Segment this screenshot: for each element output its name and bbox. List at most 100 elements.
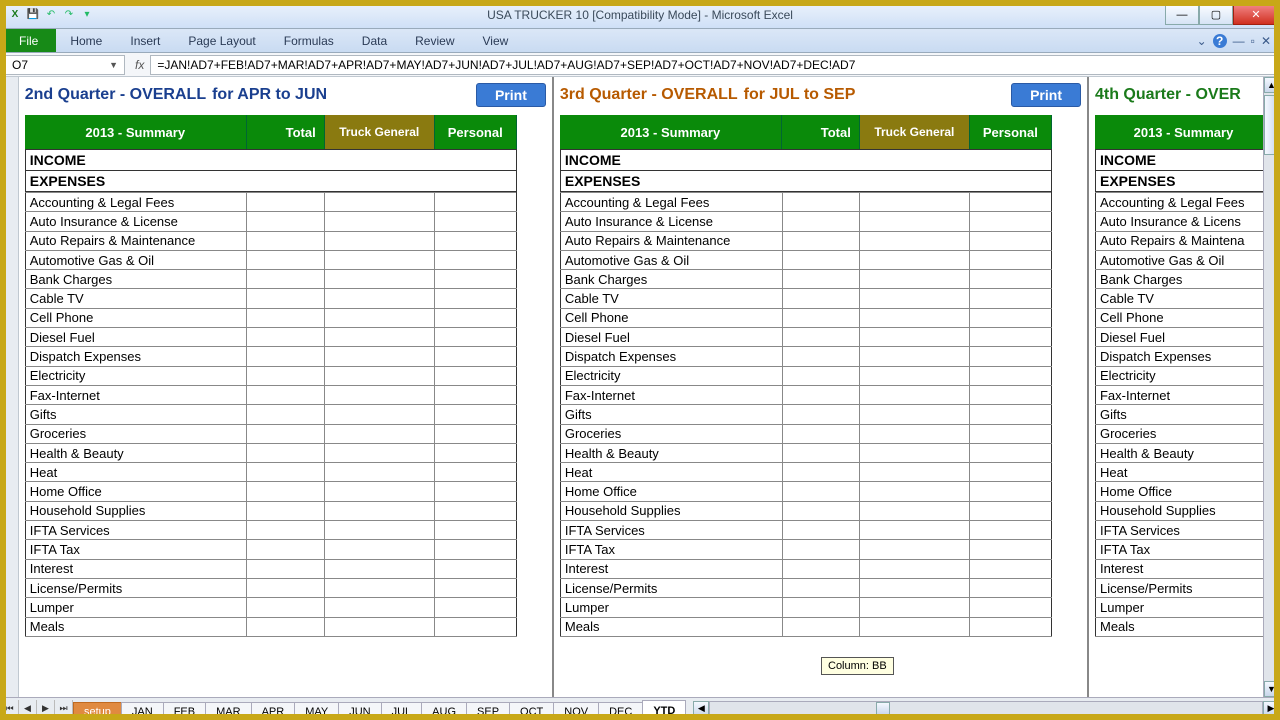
expense-cell[interactable] xyxy=(970,347,1052,366)
sheet-tab-jan[interactable]: JAN xyxy=(121,702,164,720)
expense-cell[interactable] xyxy=(860,193,970,212)
expense-cell[interactable] xyxy=(782,578,860,597)
expense-label[interactable]: IFTA Tax xyxy=(560,540,782,559)
expense-cell[interactable] xyxy=(860,385,970,404)
expense-cell[interactable] xyxy=(860,578,970,597)
expense-cell[interactable] xyxy=(247,501,325,520)
expense-label[interactable]: IFTA Tax xyxy=(25,540,247,559)
expense-cell[interactable] xyxy=(325,212,435,231)
expense-cell[interactable] xyxy=(970,405,1052,424)
expense-cell[interactable] xyxy=(782,289,860,308)
expense-cell[interactable] xyxy=(247,482,325,501)
expense-cell[interactable] xyxy=(970,193,1052,212)
scroll-up-icon[interactable]: ▲ xyxy=(1264,77,1279,93)
expense-cell[interactable] xyxy=(782,231,860,250)
name-box-dropdown-icon[interactable]: ▼ xyxy=(109,60,118,70)
expense-cell[interactable] xyxy=(782,617,860,636)
expense-label[interactable]: Auto Repairs & Maintenance xyxy=(560,231,782,250)
expense-label[interactable]: Auto Insurance & License xyxy=(560,212,782,231)
expense-label[interactable]: Heat xyxy=(25,463,247,482)
expense-label[interactable]: Automotive Gas & Oil xyxy=(25,250,247,269)
expense-cell[interactable] xyxy=(434,443,516,462)
expense-cell[interactable] xyxy=(970,250,1052,269)
expense-cell[interactable] xyxy=(970,540,1052,559)
expense-cell[interactable] xyxy=(325,328,435,347)
sheet-tab-feb[interactable]: FEB xyxy=(163,702,206,720)
expense-cell[interactable] xyxy=(325,443,435,462)
expense-label[interactable]: Health & Beauty xyxy=(1095,443,1272,462)
expense-cell[interactable] xyxy=(325,578,435,597)
expense-label[interactable]: Home Office xyxy=(560,482,782,501)
tab-formulas[interactable]: Formulas xyxy=(270,29,348,52)
tab-data[interactable]: Data xyxy=(348,29,401,52)
expense-cell[interactable] xyxy=(434,289,516,308)
expense-cell[interactable] xyxy=(247,424,325,443)
expense-cell[interactable] xyxy=(782,424,860,443)
expense-cell[interactable] xyxy=(782,328,860,347)
expense-cell[interactable] xyxy=(782,443,860,462)
expense-cell[interactable] xyxy=(434,308,516,327)
fx-icon[interactable]: fx xyxy=(129,58,150,72)
expense-label[interactable]: Interest xyxy=(1095,559,1272,578)
expense-label[interactable]: Meals xyxy=(560,617,782,636)
expense-cell[interactable] xyxy=(782,501,860,520)
expense-cell[interactable] xyxy=(860,598,970,617)
expense-label[interactable]: Accounting & Legal Fees xyxy=(1095,193,1272,212)
sheet-tab-jun[interactable]: JUN xyxy=(338,702,381,720)
sheet-tab-ytd[interactable]: YTD xyxy=(642,700,686,720)
expense-label[interactable]: Health & Beauty xyxy=(560,443,782,462)
expense-label[interactable]: Gifts xyxy=(1095,405,1272,424)
expense-label[interactable]: Bank Charges xyxy=(25,270,247,289)
expense-cell[interactable] xyxy=(860,212,970,231)
expense-cell[interactable] xyxy=(247,598,325,617)
expense-label[interactable]: Heat xyxy=(560,463,782,482)
expense-cell[interactable] xyxy=(325,617,435,636)
expense-cell[interactable] xyxy=(970,617,1052,636)
expense-cell[interactable] xyxy=(782,559,860,578)
expense-cell[interactable] xyxy=(247,289,325,308)
expense-cell[interactable] xyxy=(247,193,325,212)
qat-undo-icon[interactable]: ↶ xyxy=(43,7,59,23)
expense-label[interactable]: Cable TV xyxy=(560,289,782,308)
sheet-tab-jul[interactable]: JUL xyxy=(381,702,423,720)
expense-cell[interactable] xyxy=(247,250,325,269)
tab-nav-next-icon[interactable]: ▶ xyxy=(37,700,55,718)
expense-label[interactable]: Diesel Fuel xyxy=(1095,328,1272,347)
expense-cell[interactable] xyxy=(782,598,860,617)
expense-cell[interactable] xyxy=(782,212,860,231)
expense-cell[interactable] xyxy=(325,501,435,520)
expense-cell[interactable] xyxy=(325,270,435,289)
expense-cell[interactable] xyxy=(434,598,516,617)
expense-label[interactable]: Auto Insurance & License xyxy=(25,212,247,231)
expense-cell[interactable] xyxy=(860,347,970,366)
expense-cell[interactable] xyxy=(970,231,1052,250)
sheet-tab-may[interactable]: MAY xyxy=(294,702,339,720)
expense-label[interactable]: Meals xyxy=(25,617,247,636)
expense-cell[interactable] xyxy=(860,501,970,520)
expense-cell[interactable] xyxy=(434,424,516,443)
expense-label[interactable]: Auto Repairs & Maintena xyxy=(1095,231,1272,250)
expense-label[interactable]: Dispatch Expenses xyxy=(25,347,247,366)
sheet-tab-dec[interactable]: DEC xyxy=(598,702,643,720)
tab-page-layout[interactable]: Page Layout xyxy=(174,29,269,52)
expense-cell[interactable] xyxy=(325,385,435,404)
expense-cell[interactable] xyxy=(247,231,325,250)
expense-cell[interactable] xyxy=(860,289,970,308)
expense-cell[interactable] xyxy=(434,366,516,385)
expense-cell[interactable] xyxy=(782,308,860,327)
scroll-down-icon[interactable]: ▼ xyxy=(1264,681,1279,697)
expense-cell[interactable] xyxy=(782,347,860,366)
maximize-button[interactable]: ▢ xyxy=(1199,5,1233,25)
expense-cell[interactable] xyxy=(247,443,325,462)
formula-input[interactable]: =JAN!AD7+FEB!AD7+MAR!AD7+APR!AD7+MAY!AD7… xyxy=(150,55,1279,75)
expense-cell[interactable] xyxy=(860,328,970,347)
tab-view[interactable]: View xyxy=(469,29,523,52)
expense-cell[interactable] xyxy=(860,443,970,462)
tab-nav-prev-icon[interactable]: ◀ xyxy=(19,700,37,718)
sheet-tab-oct[interactable]: OCT xyxy=(509,702,554,720)
expense-label[interactable]: Diesel Fuel xyxy=(25,328,247,347)
expense-cell[interactable] xyxy=(434,385,516,404)
expense-cell[interactable] xyxy=(247,559,325,578)
expense-label[interactable]: Electricity xyxy=(1095,366,1272,385)
expense-cell[interactable] xyxy=(970,289,1052,308)
